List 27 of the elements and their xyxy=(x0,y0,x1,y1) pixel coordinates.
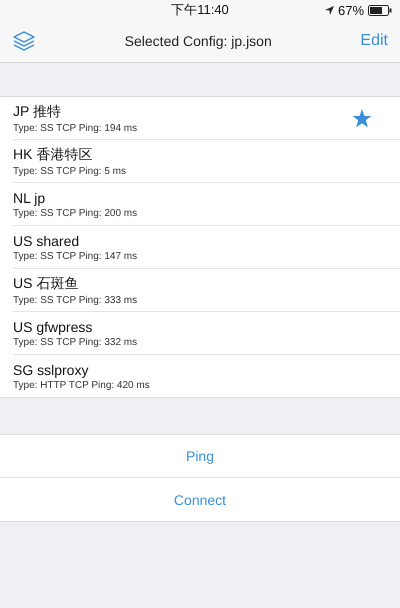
server-detail: Type: SS TCP Ping: 147 ms xyxy=(13,250,138,262)
server-detail: Type: SS TCP Ping: 5 ms xyxy=(13,166,128,176)
server-name: SG sslproxy xyxy=(13,362,90,378)
server-detail: Type: SS TCP Ping: 332 ms xyxy=(13,336,138,348)
server-row[interactable]: JP 推特 Type: SS TCP Ping: 194 ms xyxy=(13,97,400,140)
layers-icon[interactable] xyxy=(12,30,36,52)
server-row[interactable]: US 石斑鱼 Type: SS TCP Ping: 333 ms xyxy=(13,269,400,312)
server-name: US 石斑鱼 xyxy=(13,274,80,292)
server-name: JP 推特 xyxy=(13,102,62,120)
server-detail: Type: SS TCP Ping: 200 ms xyxy=(13,208,138,218)
battery-percentage: 67% xyxy=(338,2,364,18)
server-detail: Type: HTTP TCP Ping: 420 ms xyxy=(13,380,151,390)
server-row[interactable]: SG sslproxy Type: HTTP TCP Ping: 420 ms xyxy=(13,355,400,397)
server-row[interactable]: HK 香港特区 Type: SS TCP Ping: 5 ms xyxy=(13,140,400,183)
battery-icon xyxy=(368,4,392,16)
server-name: US shared xyxy=(13,232,80,248)
server-row[interactable]: US gfwpress Type: SS TCP Ping: 332 ms xyxy=(13,312,400,355)
location-arrow-icon xyxy=(324,6,334,14)
server-name: HK 香港特区 xyxy=(13,146,94,164)
server-detail: Type: SS TCP Ping: 194 ms xyxy=(13,122,138,134)
server-row[interactable]: NL jp Type: SS TCP Ping: 200 ms xyxy=(13,183,400,226)
server-detail: Type: SS TCP Ping: 333 ms xyxy=(13,294,138,306)
server-row[interactable]: US shared Type: SS TCP Ping: 147 ms xyxy=(13,226,400,269)
server-name: NL jp xyxy=(13,190,46,206)
nav-title: Selected Config: jp.json xyxy=(124,33,273,49)
status-time: 下午11:40 xyxy=(171,1,229,19)
server-name: US gfwpress xyxy=(13,318,94,334)
